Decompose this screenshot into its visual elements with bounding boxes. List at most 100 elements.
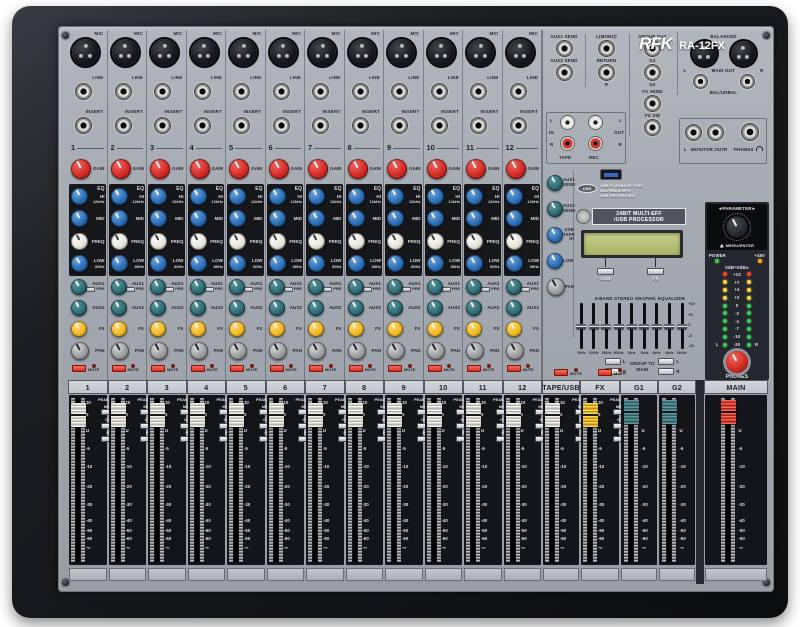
- fx-knob[interactable]: [427, 321, 443, 337]
- eq-hi-knob[interactable]: [111, 188, 128, 205]
- eq-mid-knob[interactable]: [466, 210, 483, 227]
- aux1-knob[interactable]: [466, 279, 482, 295]
- eq-low-knob[interactable]: [308, 255, 325, 272]
- fader-track[interactable]: [71, 398, 85, 562]
- gain-knob[interactable]: [348, 159, 368, 179]
- aux1-knob[interactable]: [387, 279, 403, 295]
- geq-band-slider[interactable]: [601, 324, 611, 329]
- fader-cap[interactable]: [111, 403, 126, 427]
- aux2-knob[interactable]: [71, 300, 87, 316]
- aux1-knob[interactable]: [190, 279, 206, 295]
- pre-button[interactable]: [442, 287, 451, 292]
- pre-button[interactable]: [244, 287, 253, 292]
- gain-knob[interactable]: [229, 159, 249, 179]
- fader-track[interactable]: [466, 398, 480, 562]
- fader-cap[interactable]: [387, 403, 402, 427]
- tape-eq-hi-knob[interactable]: [547, 227, 563, 243]
- fader-cap[interactable]: [662, 400, 677, 424]
- usb-mode-button[interactable]: [597, 268, 614, 275]
- eq-hi-knob[interactable]: [308, 188, 325, 205]
- pan-knob[interactable]: [71, 342, 89, 360]
- eq-low-knob[interactable]: [387, 255, 404, 272]
- eq-hi-knob[interactable]: [190, 188, 207, 205]
- eq-mid-knob[interactable]: [150, 210, 167, 227]
- eq-low-knob[interactable]: [111, 255, 128, 272]
- eq-hi-knob[interactable]: [427, 188, 444, 205]
- aux2-knob[interactable]: [190, 300, 206, 316]
- fader-cap[interactable]: [190, 403, 205, 427]
- pan-knob[interactable]: [229, 342, 247, 360]
- eq-mid-knob[interactable]: [229, 210, 246, 227]
- eq-freq-knob[interactable]: [229, 233, 246, 250]
- geq-band-slider[interactable]: [652, 324, 662, 329]
- pre-button[interactable]: [402, 287, 411, 292]
- geq-band-slider[interactable]: [576, 324, 586, 329]
- geq-band-slider[interactable]: [639, 324, 649, 329]
- fx-knob[interactable]: [111, 321, 127, 337]
- mute-button[interactable]: [428, 365, 442, 372]
- eq-hi-knob[interactable]: [269, 188, 286, 205]
- geq-band-slider[interactable]: [614, 324, 624, 329]
- fader-cap[interactable]: [229, 403, 244, 427]
- pan-knob[interactable]: [269, 342, 287, 360]
- aux2-knob[interactable]: [466, 300, 482, 316]
- gain-knob[interactable]: [190, 159, 210, 179]
- eq-freq-knob[interactable]: [506, 233, 523, 250]
- eq-freq-knob[interactable]: [150, 233, 167, 250]
- eq-mid-knob[interactable]: [427, 210, 444, 227]
- mute-button[interactable]: [112, 365, 126, 372]
- eq-mid-knob[interactable]: [348, 210, 365, 227]
- fader-cap[interactable]: [308, 403, 323, 427]
- aux1-knob[interactable]: [71, 279, 87, 295]
- eq-low-knob[interactable]: [466, 255, 483, 272]
- aux2-knob[interactable]: [150, 300, 166, 316]
- mute-button[interactable]: [309, 365, 323, 372]
- aux1-knob[interactable]: [348, 279, 364, 295]
- fader-track[interactable]: [308, 398, 322, 562]
- fader-track[interactable]: [190, 398, 204, 562]
- pan-knob[interactable]: [506, 342, 524, 360]
- aux2-knob[interactable]: [348, 300, 364, 316]
- eq-hi-knob[interactable]: [348, 188, 365, 205]
- mute-button[interactable]: [388, 365, 402, 372]
- fader-cap[interactable]: [71, 403, 86, 427]
- pre-button[interactable]: [363, 287, 372, 292]
- eq-hi-knob[interactable]: [466, 188, 483, 205]
- fx-knob[interactable]: [466, 321, 482, 337]
- fader-cap[interactable]: [348, 403, 363, 427]
- mute-button[interactable]: [191, 365, 205, 372]
- mute-button[interactable]: [467, 365, 481, 372]
- fx-knob[interactable]: [150, 321, 166, 337]
- fader-cap[interactable]: [466, 403, 481, 427]
- eq-freq-knob[interactable]: [348, 233, 365, 250]
- fader-cap[interactable]: [427, 403, 442, 427]
- eq-freq-knob[interactable]: [71, 233, 88, 250]
- tape-eq-low-knob[interactable]: [547, 253, 563, 269]
- aux2-knob[interactable]: [427, 300, 443, 316]
- geq-band-slider[interactable]: [627, 324, 637, 329]
- eq-low-knob[interactable]: [150, 255, 167, 272]
- mute-button[interactable]: [151, 365, 165, 372]
- g2-to-main-r-button[interactable]: [658, 368, 674, 375]
- aux1-knob[interactable]: [269, 279, 285, 295]
- aux1-knob[interactable]: [150, 279, 166, 295]
- mute-button[interactable]: [72, 365, 86, 372]
- fader-track[interactable]: [111, 398, 125, 562]
- fader-track[interactable]: [583, 398, 597, 562]
- tape-pan-knob[interactable]: [547, 278, 565, 296]
- pan-knob[interactable]: [387, 342, 405, 360]
- fader-track[interactable]: [662, 398, 677, 562]
- tape-aux2-send-knob[interactable]: [547, 201, 563, 217]
- tape-mute-button[interactable]: [554, 369, 568, 376]
- eq-freq-knob[interactable]: [466, 233, 483, 250]
- pan-knob[interactable]: [466, 342, 484, 360]
- eq-mid-knob[interactable]: [71, 210, 88, 227]
- fx-knob[interactable]: [387, 321, 403, 337]
- fx-knob[interactable]: [71, 321, 87, 337]
- fader-track[interactable]: [506, 398, 520, 562]
- eq-hi-knob[interactable]: [71, 188, 88, 205]
- fader-cap[interactable]: [150, 403, 165, 427]
- aux2-knob[interactable]: [387, 300, 403, 316]
- gain-knob[interactable]: [427, 159, 447, 179]
- aux2-knob[interactable]: [308, 300, 324, 316]
